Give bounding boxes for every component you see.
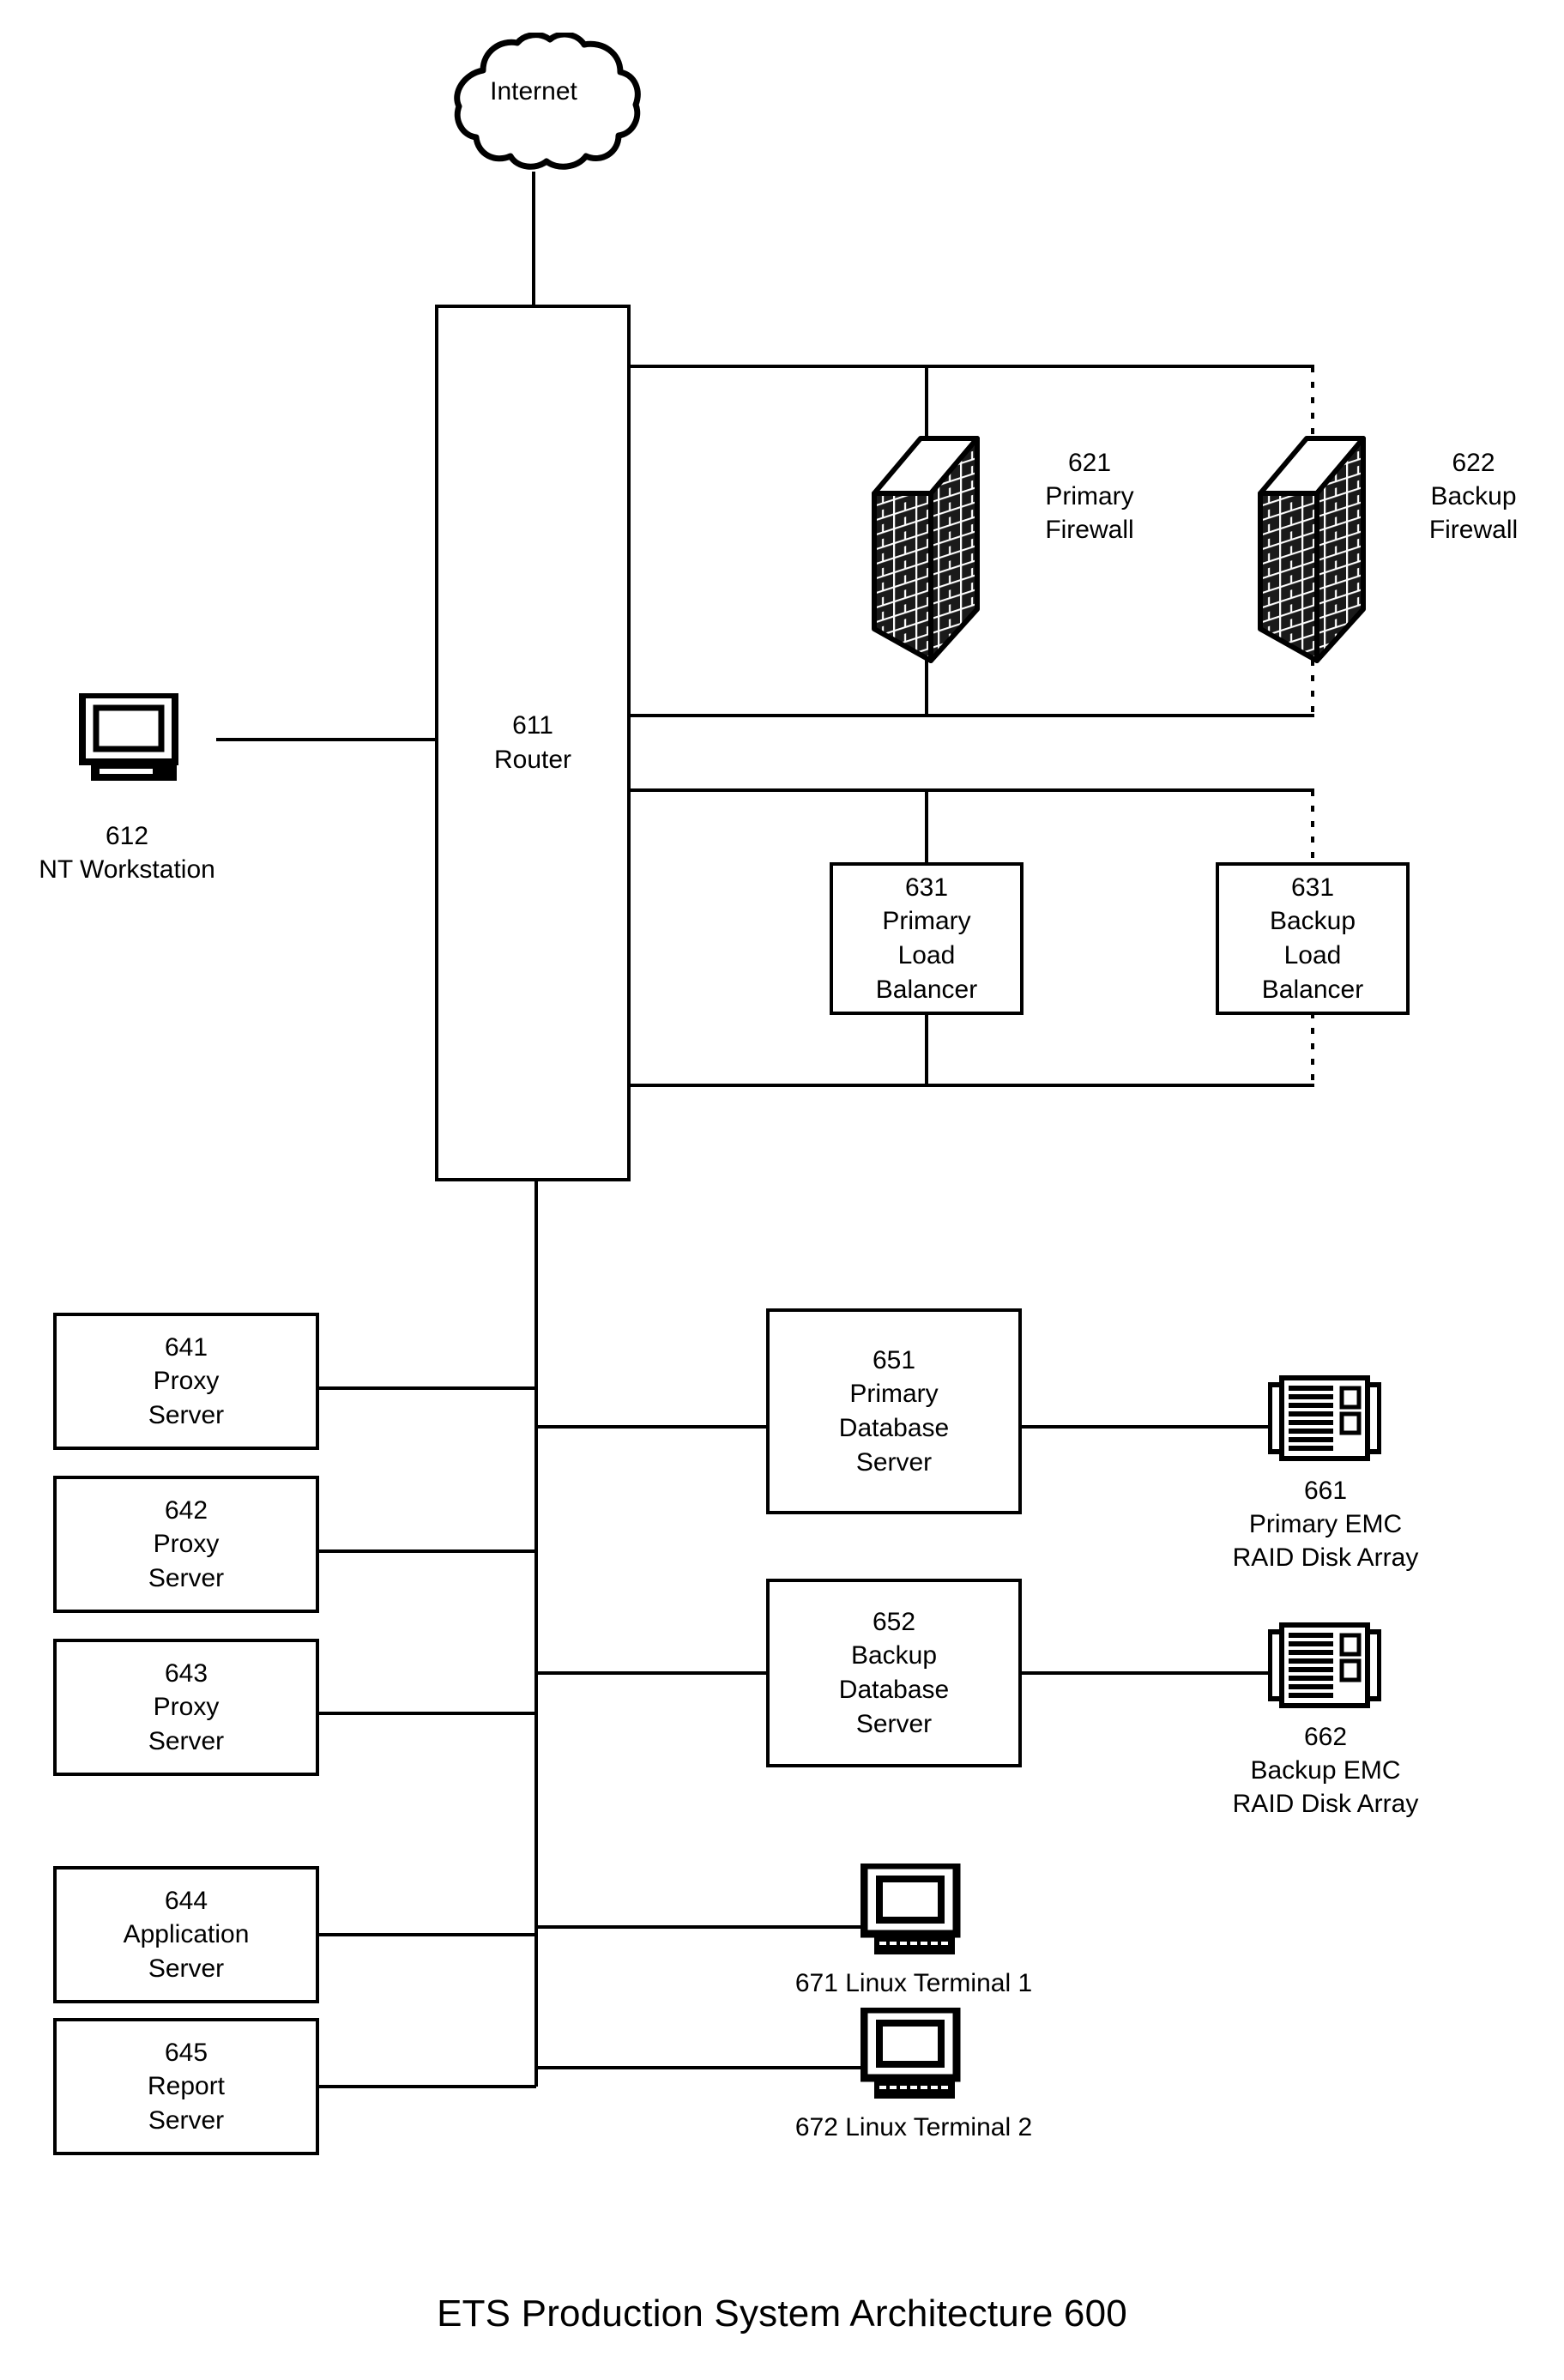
primary-firewall-line2: Firewall (1045, 516, 1134, 544)
backup-firewall-icon-wrap[interactable] (1257, 433, 1367, 669)
server-643-line1: Proxy (153, 1693, 220, 1722)
primary-firewall-icon-wrap[interactable] (871, 433, 981, 669)
primary-database-server-box[interactable]: 651 Primary Database Server (766, 1308, 1022, 1514)
raid-661-line2: RAID Disk Array (1232, 1543, 1419, 1572)
report-server-645-box[interactable]: 645 Report Server (53, 2018, 319, 2155)
primary-firewall-caption: 621 Primary Firewall (991, 446, 1188, 547)
raid-662-line1: Backup EMC (1250, 1756, 1401, 1785)
server-645-id: 645 (164, 2038, 208, 2067)
backup-database-server-box[interactable]: 652 Backup Database Server (766, 1579, 1022, 1767)
backup-firewall-line1: Backup (1430, 482, 1517, 510)
backup-lb-line1: Backup (1269, 907, 1356, 936)
db-651-line3: Server (855, 1447, 933, 1477)
nt-workstation-caption: 612 NT Workstation (0, 819, 254, 886)
proxy-server-643-box[interactable]: 643 Proxy Server (53, 1639, 319, 1776)
router-name: Router (493, 746, 572, 774)
raid-disk-array-icon (1267, 1622, 1382, 1708)
crt-monitor-icon (860, 1861, 961, 1954)
router-box[interactable]: 611 Router (435, 305, 631, 1181)
primary-firewall-line1: Primary (1045, 482, 1134, 510)
backup-lb-line3: Balancer (1261, 975, 1364, 1004)
backup-raid-icon-wrap[interactable] (1267, 1622, 1382, 1716)
backup-firewall-id: 622 (1452, 449, 1495, 477)
db-651-line2: Database (838, 1414, 950, 1442)
raid-661-line1: Primary EMC (1248, 1510, 1403, 1538)
terminal-672-label: 672 Linux Terminal 2 (794, 2113, 1033, 2141)
backup-raid-caption: 662 Backup EMC RAID Disk Array (1141, 1720, 1510, 1821)
server-641-id: 641 (164, 1332, 208, 1362)
workstation-name: NT Workstation (39, 855, 215, 884)
figure-title: ETS Production System Architecture 600 (437, 2292, 1127, 2335)
backup-lb-line2: Load (1283, 941, 1342, 970)
primary-raid-icon-wrap[interactable] (1267, 1374, 1382, 1469)
crt-monitor-icon (860, 2005, 961, 2099)
raid-disk-array-icon (1267, 1375, 1382, 1461)
raid-662-line2: RAID Disk Array (1232, 1790, 1419, 1818)
linux-terminal-1-caption: 671 Linux Terminal 1 (755, 1966, 1072, 2000)
brick-wall-icon (872, 436, 980, 663)
internet-cloud[interactable]: Internet (426, 31, 641, 174)
proxy-server-642-box[interactable]: 642 Proxy Server (53, 1476, 319, 1613)
nt-workstation-icon-wrap[interactable] (79, 692, 184, 786)
server-641-line2: Server (148, 1400, 225, 1429)
backup-load-balancer-box[interactable]: 631 Backup Load Balancer (1216, 862, 1410, 1015)
db-651-line1: Primary (849, 1380, 939, 1409)
crt-monitor-icon (79, 692, 178, 781)
primary-raid-caption: 661 Primary EMC RAID Disk Array (1141, 1474, 1510, 1574)
application-server-644-box[interactable]: 644 Application Server (53, 1866, 319, 2003)
primary-lb-line2: Load (897, 941, 956, 970)
server-644-id: 644 (164, 1886, 208, 1915)
proxy-server-641-box[interactable]: 641 Proxy Server (53, 1313, 319, 1450)
terminal-671-label: 671 Linux Terminal 1 (794, 1969, 1033, 1997)
server-641-line1: Proxy (153, 1367, 220, 1396)
backup-firewall-line2: Firewall (1428, 516, 1519, 544)
db-652-line1: Backup (850, 1641, 938, 1670)
raid-662-id: 662 (1303, 1723, 1348, 1751)
server-643-id: 643 (164, 1658, 208, 1688)
server-644-line1: Application (123, 1920, 250, 1949)
server-645-line2: Server (148, 2105, 225, 2135)
workstation-id: 612 (105, 822, 149, 850)
router-id: 611 (512, 711, 553, 740)
linux-terminal-2-icon-wrap[interactable] (860, 2005, 965, 2102)
server-642-id: 642 (164, 1495, 208, 1525)
db-651-id: 651 (872, 1345, 916, 1374)
db-652-line2: Database (838, 1676, 950, 1704)
raid-661-id: 661 (1303, 1477, 1348, 1505)
linux-terminal-2-caption: 672 Linux Terminal 2 (755, 2111, 1072, 2144)
server-642-line1: Proxy (153, 1530, 220, 1559)
network-architecture-diagram: Internet 611 Router 612 NT Workstation 6… (0, 0, 1564, 2380)
primary-lb-line3: Balancer (875, 975, 978, 1004)
primary-load-balancer-box[interactable]: 631 Primary Load Balancer (830, 862, 1024, 1015)
db-652-id: 652 (872, 1607, 916, 1636)
server-643-line2: Server (148, 1726, 225, 1755)
primary-firewall-id: 621 (1067, 449, 1112, 477)
linux-terminal-1-icon-wrap[interactable] (860, 1861, 965, 1958)
brick-wall-icon (1258, 436, 1366, 663)
server-645-line1: Report (147, 2072, 226, 2101)
backup-firewall-caption: 622 Backup Firewall (1381, 446, 1564, 547)
db-652-line3: Server (855, 1709, 933, 1738)
server-644-line2: Server (148, 1954, 225, 1983)
primary-lb-id: 631 (904, 873, 949, 902)
primary-lb-line1: Primary (882, 907, 971, 936)
backup-lb-id: 631 (1290, 873, 1335, 902)
server-642-line2: Server (148, 1563, 225, 1592)
internet-label: Internet (490, 77, 577, 106)
